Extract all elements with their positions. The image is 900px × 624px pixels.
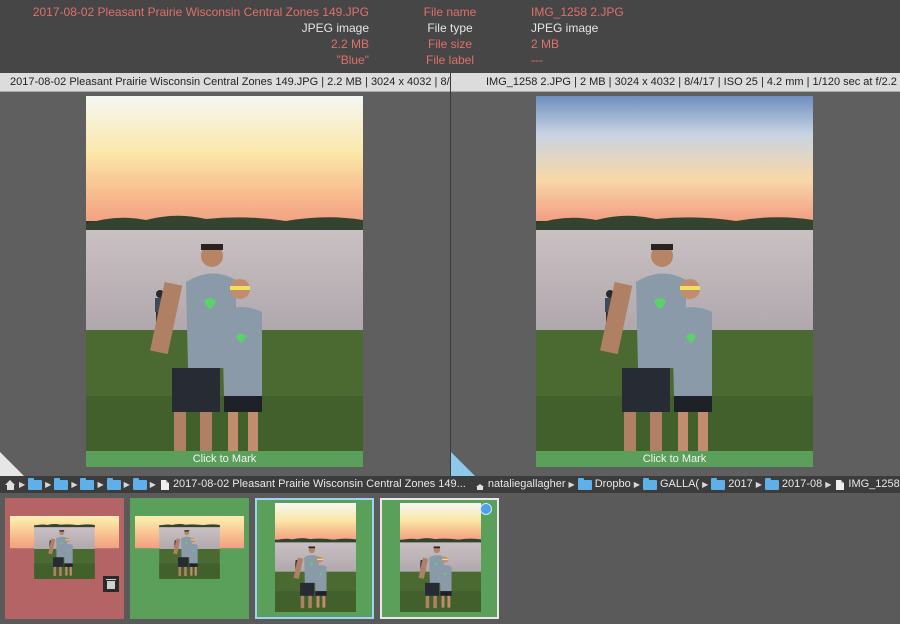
home-icon[interactable]	[5, 479, 16, 490]
left-file-name: 2017-08-02 Pleasant Prairie Wisconsin Ce…	[32, 5, 369, 19]
right-path-folder-galla[interactable]: GALLA(	[660, 476, 699, 493]
left-photo[interactable]: Click to Mark	[86, 96, 363, 467]
left-file-type: JPEG image	[301, 21, 369, 35]
left-path-file[interactable]: 2017-08-02 Pleasant Prairie Wisconsin Ce…	[173, 476, 466, 493]
row-file-type: JPEG image File type JPEG image	[0, 20, 900, 36]
play-arrow-icon: ▶	[45, 480, 52, 489]
left-path[interactable]: ▶ ▶ ▶ ▶ ▶ ▶ 2017-08-02 Pleasant Prairie …	[0, 476, 466, 493]
play-arrow-icon: ▶	[702, 480, 709, 489]
right-path[interactable]: nataliegallagher ▶ Dropbo ▶ GALLA( ▶ 201…	[473, 476, 900, 493]
folder-icon[interactable]	[132, 478, 147, 490]
blue-label-dot-icon	[480, 503, 492, 515]
play-arrow-icon: ▶	[755, 480, 762, 489]
comparison-table: 2017-08-02 Pleasant Prairie Wisconsin Ce…	[0, 0, 900, 73]
left-click-to-mark-button[interactable]: Click to Mark	[86, 451, 363, 467]
label-file-type: File type	[427, 21, 473, 35]
play-arrow-icon: ▶	[568, 480, 575, 489]
label-file-name: File name	[423, 5, 477, 19]
right-path-folder-2017-08[interactable]: 2017-08	[782, 476, 822, 493]
file-icon	[836, 479, 845, 490]
filmstrip	[0, 493, 900, 624]
play-arrow-icon: ▶	[633, 480, 640, 489]
app-window: 2017-08-02 Pleasant Prairie Wisconsin Ce…	[0, 0, 900, 624]
right-image-pane[interactable]: Click to Mark	[451, 92, 900, 476]
play-arrow-icon: ▶	[19, 480, 26, 489]
thumbnail-image	[135, 516, 244, 597]
trash-icon[interactable]	[103, 576, 119, 592]
right-file-size: 2 MB	[531, 37, 560, 51]
right-file-type: JPEG image	[531, 21, 599, 35]
play-arrow-icon: ▶	[97, 480, 104, 489]
left-file-label: "Blue"	[336, 53, 369, 67]
folder-icon[interactable]	[106, 478, 121, 490]
left-photo-image	[86, 96, 363, 467]
right-file-name: IMG_1258 2.JPG	[531, 5, 624, 19]
play-arrow-icon: ▶	[149, 480, 156, 489]
row-file-name: 2017-08-02 Pleasant Prairie Wisconsin Ce…	[0, 4, 900, 20]
left-image-pane[interactable]: Click to Mark	[0, 92, 450, 476]
right-path-folder-dropbox[interactable]: Dropbo	[595, 476, 631, 493]
file-icon	[160, 479, 169, 490]
play-arrow-icon: ▶	[123, 480, 130, 489]
right-path-user[interactable]: nataliegallagher	[488, 476, 566, 493]
thumbnail-selected-right[interactable]	[380, 498, 499, 619]
folder-icon	[577, 478, 592, 490]
path-bar: ▶ ▶ ▶ ▶ ▶ ▶ 2017-08-02 Pleasant Prairie …	[0, 476, 900, 493]
row-file-size: 2.2 MB File size 2 MB	[0, 36, 900, 52]
folder-icon[interactable]	[28, 478, 43, 490]
right-path-folder-2017[interactable]: 2017	[728, 476, 752, 493]
user-icon	[475, 480, 485, 490]
folder-icon	[642, 478, 657, 490]
right-pane-corner-icon	[451, 452, 475, 476]
folder-icon	[764, 478, 779, 490]
left-pane-corner-icon	[0, 452, 24, 476]
folder-icon	[711, 478, 726, 490]
play-arrow-icon: ▶	[825, 480, 832, 489]
thumbnail-selected-left[interactable]	[255, 498, 374, 619]
right-path-file[interactable]: IMG_1258 2.JPG	[848, 476, 900, 493]
folder-icon[interactable]	[54, 478, 69, 490]
label-file-size: File size	[427, 37, 472, 51]
right-file-label: ---	[531, 53, 543, 67]
play-arrow-icon: ▶	[71, 480, 78, 489]
thumbnail-marked[interactable]	[130, 498, 249, 619]
label-file-label: File label	[425, 53, 475, 67]
right-photo[interactable]: Click to Mark	[536, 96, 813, 467]
right-photo-image	[536, 96, 813, 467]
right-click-to-mark-button[interactable]: Click to Mark	[536, 451, 813, 467]
row-file-label: "Blue" File label ---	[0, 52, 900, 68]
left-file-size: 2.2 MB	[330, 37, 369, 51]
thumbnail-image	[400, 503, 481, 612]
thumbnail-image	[275, 503, 356, 612]
thumbnail-deleted[interactable]	[5, 498, 124, 619]
left-info-bar: 2017-08-02 Pleasant Prairie Wisconsin Ce…	[0, 73, 450, 92]
folder-icon[interactable]	[80, 478, 95, 490]
right-info-bar: IMG_1258 2.JPG | 2 MB | 3024 x 4032 | 8/…	[451, 73, 900, 92]
